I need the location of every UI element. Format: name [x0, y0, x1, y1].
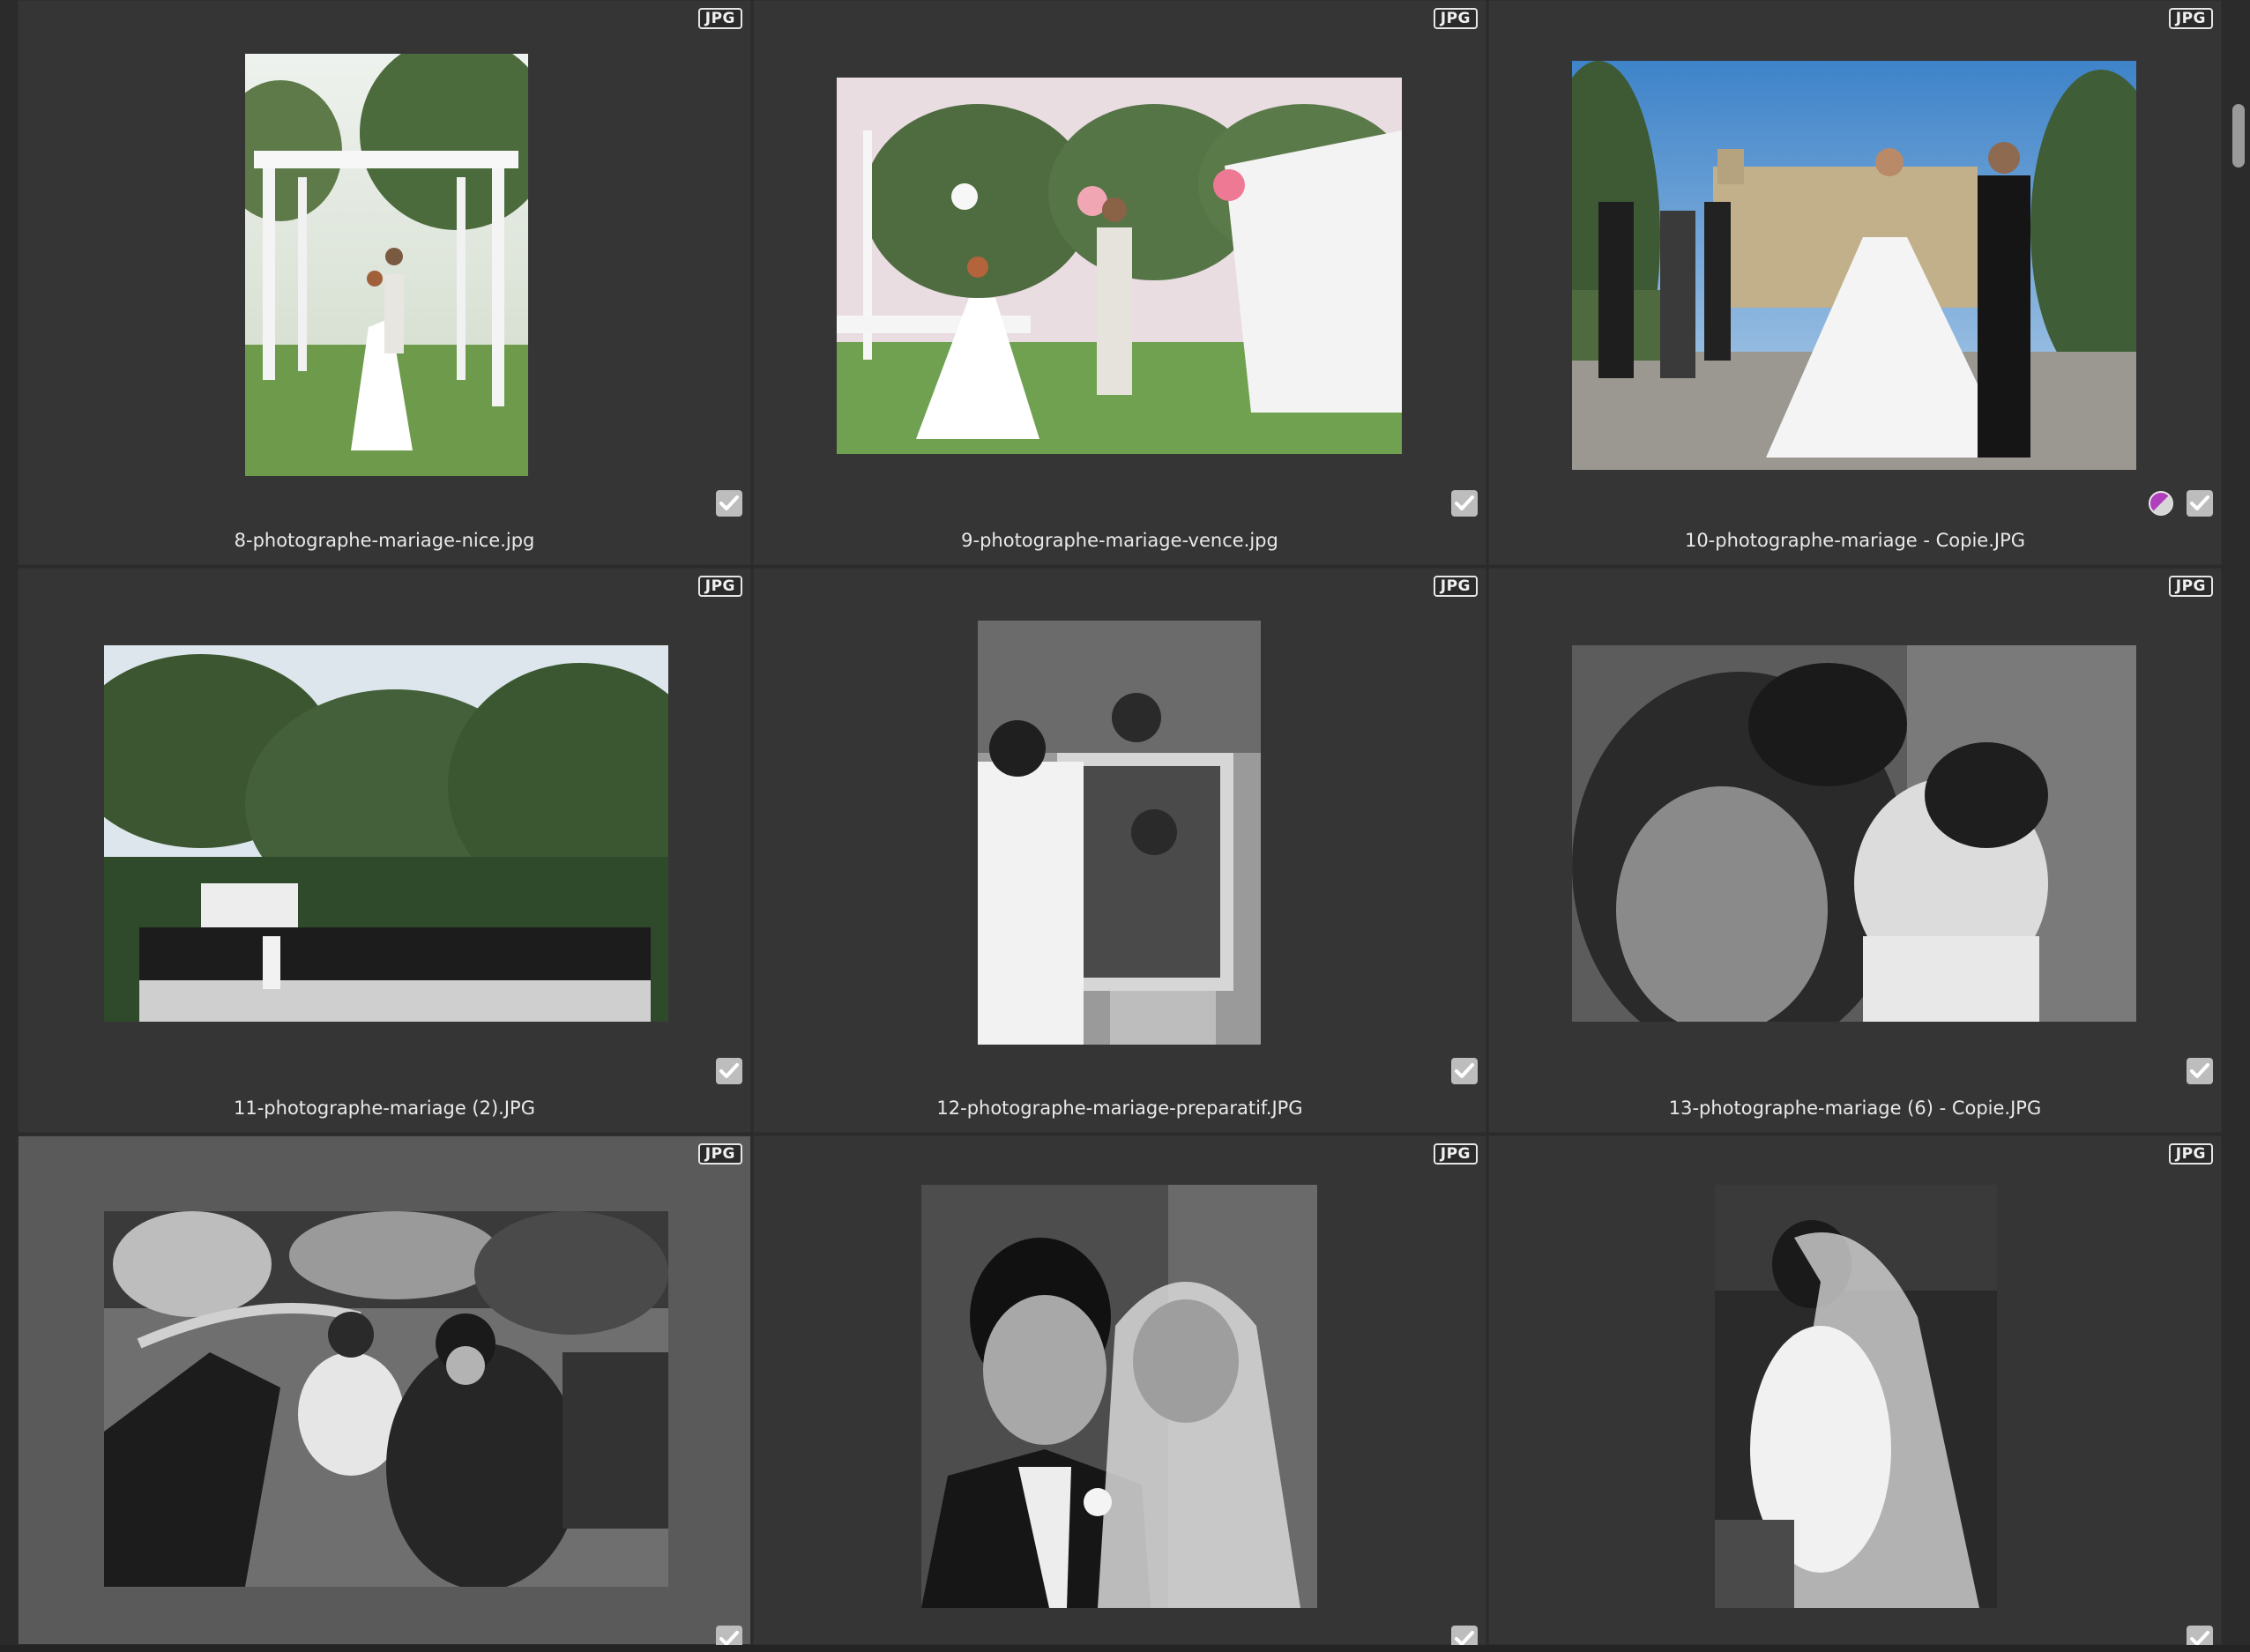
file-type-badge: JPG	[1433, 1143, 1478, 1165]
file-type-badge: JPG	[2168, 1143, 2213, 1165]
photo-filename: 9-photographe-mariage-vence.jpg	[961, 530, 1278, 551]
checkmark-icon[interactable]	[2187, 1058, 2213, 1084]
bottom-toolbar-edge	[0, 1645, 2250, 1652]
photo-thumbnail[interactable]	[104, 645, 668, 1022]
thumbnail-cell[interactable]: JPG	[753, 0, 1486, 565]
file-type-badge: JPG	[1433, 576, 1478, 597]
thumbnail-cell[interactable]: JPG	[1488, 0, 2222, 565]
photo-browser: JPG 8-photographe-mariage-nice.jpg JPG 9…	[0, 0, 2250, 1652]
photo-thumbnail[interactable]	[1715, 1185, 1997, 1608]
checkmark-icon[interactable]	[2187, 1626, 2213, 1645]
photo-thumbnail[interactable]	[104, 1211, 668, 1587]
thumbnail-cell[interactable]: JPG 13-photographe-mariage (6) - Copie.J…	[1488, 568, 2222, 1133]
photo-thumbnail[interactable]	[1572, 645, 2136, 1022]
checkmark-icon[interactable]	[1451, 1058, 1478, 1084]
scrollbar-thumb[interactable]	[2232, 104, 2245, 167]
checkmark-icon[interactable]	[716, 1058, 742, 1084]
checkmark-icon[interactable]	[1451, 1626, 1478, 1645]
checkmark-icon[interactable]	[716, 1626, 742, 1645]
file-type-badge: JPG	[697, 1143, 742, 1165]
photo-thumbnail[interactable]	[921, 1185, 1317, 1608]
thumbnail-cell[interactable]: JPG	[18, 0, 751, 565]
photo-thumbnail[interactable]	[837, 78, 1402, 454]
file-type-badge: JPG	[697, 576, 742, 597]
photo-thumbnail[interactable]	[245, 54, 528, 476]
photo-thumbnail[interactable]	[1572, 61, 2136, 470]
photo-filename: 8-photographe-mariage-nice.jpg	[234, 530, 535, 551]
thumbnail-grid: JPG 8-photographe-mariage-nice.jpg JPG 9…	[18, 0, 2225, 1645]
file-type-badge: JPG	[2168, 8, 2213, 29]
photo-thumbnail[interactable]	[978, 621, 1261, 1045]
file-type-badge: JPG	[1433, 8, 1478, 29]
thumbnail-cell[interactable]: JPG	[18, 1135, 751, 1645]
vertical-scrollbar[interactable]	[2229, 0, 2250, 1652]
thumbnail-cell[interactable]: JPG	[753, 1135, 1486, 1645]
file-type-badge: JPG	[697, 8, 742, 29]
checkmark-icon[interactable]	[716, 490, 742, 517]
thumbnail-cell[interactable]: JPG 12-photographe-mariage-preparatif.JP	[753, 568, 1486, 1133]
thumbnail-cell[interactable]: JPG	[1488, 1135, 2222, 1645]
color-label-icon[interactable]	[2148, 490, 2174, 517]
photo-filename: 11-photographe-mariage (2).JPG	[234, 1098, 535, 1119]
file-type-badge: JPG	[2168, 576, 2213, 597]
checkmark-icon[interactable]	[1451, 490, 1478, 517]
photo-filename: 13-photographe-mariage (6) - Copie.JPG	[1668, 1098, 2042, 1119]
thumbnail-cell[interactable]: JPG 11-photographe-mariage (2).JPG	[18, 568, 751, 1133]
checkmark-icon[interactable]	[2187, 490, 2213, 517]
photo-filename: 10-photographe-mariage - Copie.JPG	[1684, 530, 2026, 551]
photo-filename: 12-photographe-mariage-preparatif.JPG	[936, 1098, 1303, 1119]
